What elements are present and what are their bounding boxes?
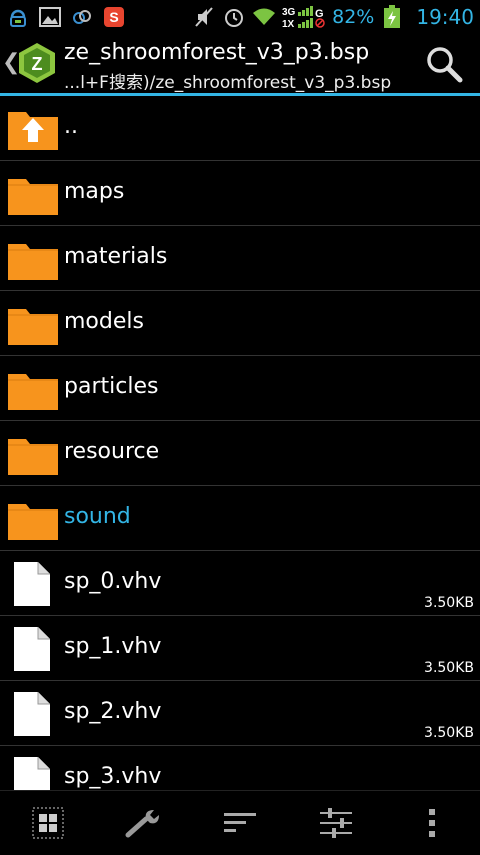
folder-icon xyxy=(6,366,60,412)
file-icon xyxy=(6,691,60,737)
signal-icon: 3G 1X G xyxy=(282,6,326,29)
filter-icon[interactable] xyxy=(312,799,360,847)
title-bar: ❮ Z ze_shroomforest_v3_p3.bsp ...l+F搜索)/… xyxy=(0,34,480,93)
item-name: resource xyxy=(64,439,160,464)
item-name: materials xyxy=(64,244,168,269)
grid-view-icon[interactable] xyxy=(24,799,72,847)
status-time: 19:40 xyxy=(416,5,474,29)
list-item-models[interactable]: models xyxy=(0,291,480,356)
svg-text:Z: Z xyxy=(32,54,43,74)
list-item-materials[interactable]: materials xyxy=(0,226,480,291)
list-item-sp-2[interactable]: sp_2.vhv 3.50KB xyxy=(0,681,480,746)
file-size: 3.50KB xyxy=(424,595,474,611)
item-name: sp_2.vhv xyxy=(64,699,162,724)
item-name: sp_0.vhv xyxy=(64,569,162,594)
sync-icon xyxy=(6,6,30,28)
gallery-icon xyxy=(38,6,62,28)
list-item-sp-3[interactable]: sp_3.vhv xyxy=(0,746,480,790)
page-title: ze_shroomforest_v3_p3.bsp xyxy=(64,40,370,65)
list-item-up[interactable]: .. xyxy=(0,96,480,161)
battery-icon xyxy=(380,5,404,28)
svg-text:S: S xyxy=(109,9,118,25)
file-size: 3.50KB xyxy=(424,725,474,741)
file-icon xyxy=(6,561,60,607)
item-name: particles xyxy=(64,374,159,399)
folder-icon xyxy=(6,236,60,282)
app-logo-icon[interactable]: Z xyxy=(16,42,58,84)
mute-icon xyxy=(192,6,216,28)
folder-icon xyxy=(6,171,60,217)
tools-icon[interactable] xyxy=(120,799,168,847)
list-item-sp-0[interactable]: sp_0.vhv 3.50KB xyxy=(0,551,480,616)
list-item-sound[interactable]: sound xyxy=(0,486,480,551)
sort-icon[interactable] xyxy=(216,799,264,847)
item-name: models xyxy=(64,309,144,334)
list-item-maps[interactable]: maps xyxy=(0,161,480,226)
item-name: .. xyxy=(64,114,78,139)
file-size: 3.50KB xyxy=(424,660,474,676)
sogou-icon: S xyxy=(102,6,126,28)
svg-text:1X: 1X xyxy=(282,19,295,29)
app-icon xyxy=(70,6,94,28)
list-item-particles[interactable]: particles xyxy=(0,356,480,421)
folder-icon xyxy=(6,496,60,542)
alarm-icon xyxy=(222,6,246,28)
item-name: sp_1.vhv xyxy=(64,634,162,659)
battery-percent: 82% xyxy=(332,6,375,28)
search-icon[interactable] xyxy=(424,44,464,84)
folder-icon xyxy=(6,431,60,477)
item-name: maps xyxy=(64,179,125,204)
bottom-toolbar xyxy=(0,790,480,855)
svg-text:G: G xyxy=(315,8,324,20)
file-icon xyxy=(6,756,60,790)
folder-icon xyxy=(6,301,60,347)
more-icon[interactable] xyxy=(408,799,456,847)
file-list: .. maps materials models particles resou… xyxy=(0,96,480,790)
status-bar: S 3G 1X G 82% 19:40 xyxy=(0,0,480,34)
file-icon xyxy=(6,626,60,672)
wifi-icon xyxy=(252,6,276,28)
list-item-resource[interactable]: resource xyxy=(0,421,480,486)
list-item-sp-1[interactable]: sp_1.vhv 3.50KB xyxy=(0,616,480,681)
item-name: sound xyxy=(64,504,131,529)
folder-up-icon xyxy=(6,106,60,152)
item-name: sp_3.vhv xyxy=(64,764,162,789)
svg-text:3G: 3G xyxy=(282,7,296,18)
current-path: ...l+F搜索)/ze_shroomforest_v3_p3.bsp xyxy=(64,73,392,93)
